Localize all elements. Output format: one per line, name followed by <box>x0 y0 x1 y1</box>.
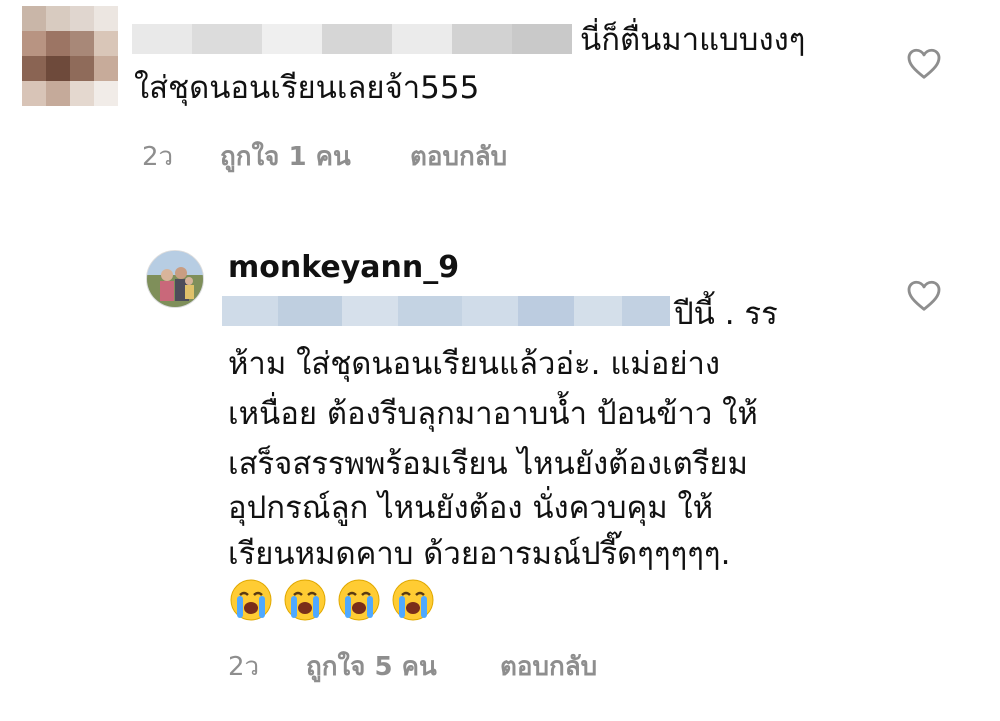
heart-outline-icon[interactable] <box>906 278 942 312</box>
comment-text: ใส่ชุดนอนเรียนเลยจ้า555 <box>134 70 480 106</box>
comment-time: 2ว <box>142 142 174 172</box>
comment-text: ห้าม ใส่ชุดนอนเรียนแล้วอ่ะ. แม่อย่าง <box>228 346 721 382</box>
crying-face-icon <box>284 579 326 621</box>
emoji-row <box>229 578 435 622</box>
avatar[interactable] <box>146 250 204 308</box>
comment-text: ปีนี้ . รร <box>674 296 778 332</box>
reply-button[interactable]: ตอบกลับ <box>500 646 597 687</box>
username-link[interactable]: monkeyann_9 <box>228 250 459 285</box>
avatar-photo-image <box>147 251 203 307</box>
comment-text: เรียนหมดคาบ ด้วยอารมณ์ปรี๊ดๆๆๆๆๆ. <box>228 536 731 572</box>
heart-outline-icon[interactable] <box>906 46 942 80</box>
crying-face-icon <box>338 579 380 621</box>
likes-count-button[interactable]: ถูกใจ 1 คน <box>220 136 351 177</box>
crying-face-icon <box>392 579 434 621</box>
comment-text: เสร็จสรรพพร้อมเรียน ไหนยังต้องเตรียม <box>228 446 748 482</box>
crying-face-icon <box>230 579 272 621</box>
avatar-blurred[interactable] <box>22 6 118 106</box>
comment-text: เหนื่อย ต้องรีบลุกมาอาบน้ำ ป้อนข้าว ให้ <box>228 396 758 432</box>
username-blurred[interactable] <box>132 24 572 54</box>
comment-time: 2ว <box>228 652 260 682</box>
mention-blurred[interactable] <box>222 296 670 326</box>
comment-text: นี่ก็ตื่นมาแบบงงๆ <box>580 22 806 58</box>
reply-button[interactable]: ตอบกลับ <box>410 136 507 177</box>
likes-count-button[interactable]: ถูกใจ 5 คน <box>306 646 437 687</box>
comment-text: อุปกรณ์ลูก ไหนยังต้อง นั่งควบคุม ให้ <box>228 490 714 526</box>
